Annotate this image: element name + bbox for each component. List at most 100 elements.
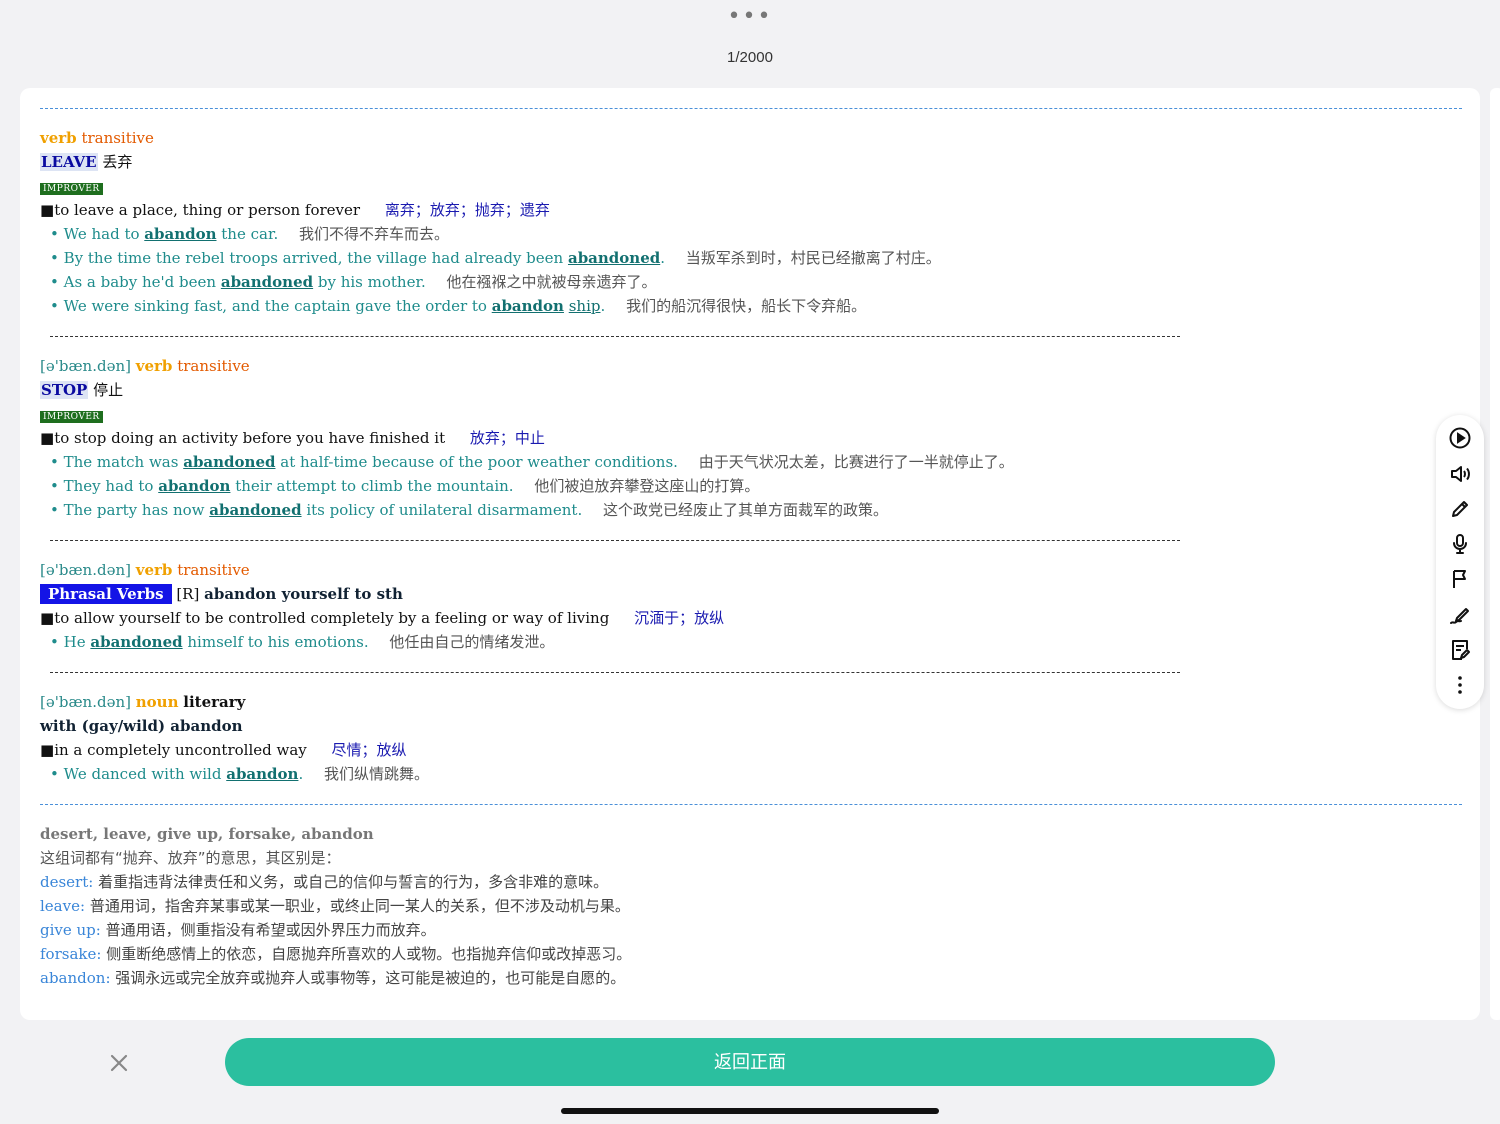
synonym-desc: 强调永远或完全放弃或抛弃人或事物等，这可能是被迫的，也可能是自愿的。 bbox=[115, 969, 626, 987]
grammar-label: transitive bbox=[177, 561, 250, 579]
sense-header: verb transitive bbox=[40, 126, 154, 150]
sense-header: [ə'bæn.dən] noun literary bbox=[40, 690, 245, 714]
synonym-title: desert, leave, give up, forsake, abandon bbox=[40, 825, 374, 843]
sense-header: [ə'bæn.dən] verb transitive bbox=[40, 354, 250, 378]
example-row: • We had to abandon the car. 我们不得不弃车而去。 bbox=[50, 222, 449, 246]
synonym-item: give up: 普通用语，侧重指没有希望或因外界压力而放弃。 bbox=[40, 918, 436, 942]
definition-row: ■to allow yourself to be controlled comp… bbox=[40, 606, 724, 630]
guideword: STOP bbox=[40, 381, 89, 399]
signature-icon[interactable] bbox=[1448, 603, 1472, 627]
keyword-link[interactable]: abandon bbox=[144, 225, 216, 243]
synonym-item: desert: 着重指违背法律责任和义务，或自己的信仰与誓言的行为，多含非难的意… bbox=[40, 870, 608, 894]
example-row: • We were sinking fast, and the captain … bbox=[50, 294, 866, 318]
keyword-link[interactable]: abandoned bbox=[90, 633, 182, 651]
more-handle[interactable]: ••• bbox=[0, 4, 1500, 29]
guideword-row: LEAVE 丢弃 bbox=[40, 150, 132, 174]
note-edit-icon[interactable] bbox=[1448, 638, 1472, 662]
synonym-word: leave: bbox=[40, 897, 86, 915]
example-text: He bbox=[63, 633, 91, 651]
synonym-word: give up: bbox=[40, 921, 101, 939]
example-text: They had to bbox=[63, 477, 159, 495]
definition-card: verb transitive LEAVE 丢弃 IMPROVER ■to le… bbox=[20, 88, 1480, 1020]
synonym-word: abandon: bbox=[40, 969, 111, 987]
pencil-icon[interactable] bbox=[1448, 497, 1472, 521]
example-cn: 当叛军杀到时，村民已经撤离了村庄。 bbox=[685, 249, 941, 267]
example-text: We danced with wild bbox=[63, 765, 227, 783]
keyword-link[interactable]: abandon bbox=[226, 765, 298, 783]
definition-cn: 沉湎于；放纵 bbox=[634, 609, 725, 627]
speaker-icon[interactable] bbox=[1448, 462, 1472, 486]
definition-row: ■to stop doing an activity before you ha… bbox=[40, 426, 545, 450]
bullet-dot: • bbox=[50, 297, 64, 315]
keyword-link[interactable]: abandoned bbox=[221, 273, 313, 291]
example-row: • The party has now abandoned its policy… bbox=[50, 498, 888, 522]
home-indicator bbox=[561, 1108, 939, 1114]
card-counter: 1/2000 bbox=[727, 49, 773, 66]
keyword-link[interactable]: abandoned bbox=[209, 501, 301, 519]
register-label: [R] bbox=[176, 585, 200, 603]
keyword-link[interactable]: abandoned bbox=[568, 249, 660, 267]
example-text: The party has now bbox=[63, 501, 210, 519]
example-text: . bbox=[600, 297, 606, 315]
example-cn: 他们被迫放弃攀登这座山的打算。 bbox=[534, 477, 760, 495]
phrase-headword: with (gay/wild) abandon bbox=[40, 717, 243, 735]
bullet-square: ■ bbox=[40, 201, 55, 219]
synonym-item: abandon: 强调永远或完全放弃或抛弃人或事物等，这可能是被迫的，也可能是自… bbox=[40, 966, 625, 990]
example-text: their attempt to climb the mountain. bbox=[230, 477, 514, 495]
word-link[interactable]: ship bbox=[569, 297, 601, 315]
phrase-headword: abandon yourself to sth bbox=[204, 585, 403, 603]
bullet-dot: • bbox=[50, 501, 64, 519]
guideword-row: STOP 停止 bbox=[40, 378, 123, 402]
guideword: LEAVE bbox=[40, 153, 98, 171]
example-text: By the time the rebel troops arrived, th… bbox=[63, 249, 568, 267]
example-text: We had to bbox=[63, 225, 145, 243]
keyword-link[interactable]: abandoned bbox=[183, 453, 275, 471]
phrasal-verb-row: Phrasal Verbs [R] abandon yourself to st… bbox=[40, 582, 403, 606]
microphone-icon[interactable] bbox=[1448, 532, 1472, 556]
example-row: • As a baby he'd been abandoned by his m… bbox=[50, 270, 657, 294]
back-to-front-button[interactable]: 返回正面 bbox=[225, 1038, 1275, 1086]
grammar-label: transitive bbox=[81, 129, 154, 147]
keyword-link[interactable]: abandon bbox=[492, 297, 564, 315]
example-text: at half-time because of the poor weather… bbox=[275, 453, 678, 471]
example-row: • He abandoned himself to his emotions. … bbox=[50, 630, 554, 654]
example-text: the car. bbox=[216, 225, 279, 243]
part-of-speech: verb bbox=[135, 561, 173, 579]
level-row: IMPROVER bbox=[40, 402, 103, 426]
example-text: The match was bbox=[63, 453, 184, 471]
example-text: We were sinking fast, and the captain ga… bbox=[63, 297, 492, 315]
definition-cn: 放弃；中止 bbox=[469, 429, 545, 447]
more-vertical-icon[interactable] bbox=[1448, 673, 1472, 697]
synonym-desc: 普通用词，指舍弃某事或某一职业，或终止同一某人的关系，但不涉及动机与果。 bbox=[89, 897, 630, 915]
play-icon[interactable] bbox=[1448, 426, 1472, 450]
sense-header: [ə'bæn.dən] verb transitive bbox=[40, 558, 250, 582]
definition-row: ■to leave a place, thing or person forev… bbox=[40, 198, 550, 222]
pronunciation: [ə'bæn.dən] bbox=[40, 357, 131, 375]
next-card-edge bbox=[1490, 88, 1500, 1020]
keyword-link[interactable]: abandon bbox=[158, 477, 230, 495]
example-cn: 我们不得不弃车而去。 bbox=[299, 225, 450, 243]
example-row: • The match was abandoned at half-time b… bbox=[50, 450, 1014, 474]
synonym-word: forsake: bbox=[40, 945, 102, 963]
example-cn: 由于天气状况太差，比赛进行了一半就停止了。 bbox=[698, 453, 1014, 471]
flag-icon[interactable] bbox=[1448, 567, 1472, 591]
example-cn: 他任由自己的情绪发泄。 bbox=[389, 633, 555, 651]
example-row: • They had to abandon their attempt to c… bbox=[50, 474, 759, 498]
level-badge: IMPROVER bbox=[40, 411, 103, 423]
pronunciation: [ə'bæn.dən] bbox=[40, 693, 131, 711]
example-text: by his mother. bbox=[313, 273, 426, 291]
side-toolbar bbox=[1436, 415, 1484, 709]
guideword-cn: 停止 bbox=[93, 381, 124, 399]
level-row: IMPROVER bbox=[40, 174, 103, 198]
synonym-desc: 普通用语，侧重指没有希望或因外界压力而放弃。 bbox=[105, 921, 436, 939]
example-cn: 我们的船沉得很快，船长下令弃船。 bbox=[626, 297, 867, 315]
bullet-square: ■ bbox=[40, 741, 55, 759]
sense-divider bbox=[50, 672, 1180, 673]
close-icon[interactable] bbox=[106, 1050, 132, 1076]
guideword-cn: 丢弃 bbox=[102, 153, 133, 171]
example-cn: 他在襁褓之中就被母亲遗弃了。 bbox=[446, 273, 657, 291]
divider bbox=[40, 108, 1462, 109]
example-text: himself to his emotions. bbox=[182, 633, 369, 651]
synonym-desc: 着重指违背法律责任和义务，或自己的信仰与誓言的行为，多含非难的意味。 bbox=[98, 873, 609, 891]
example-text: . bbox=[298, 765, 304, 783]
